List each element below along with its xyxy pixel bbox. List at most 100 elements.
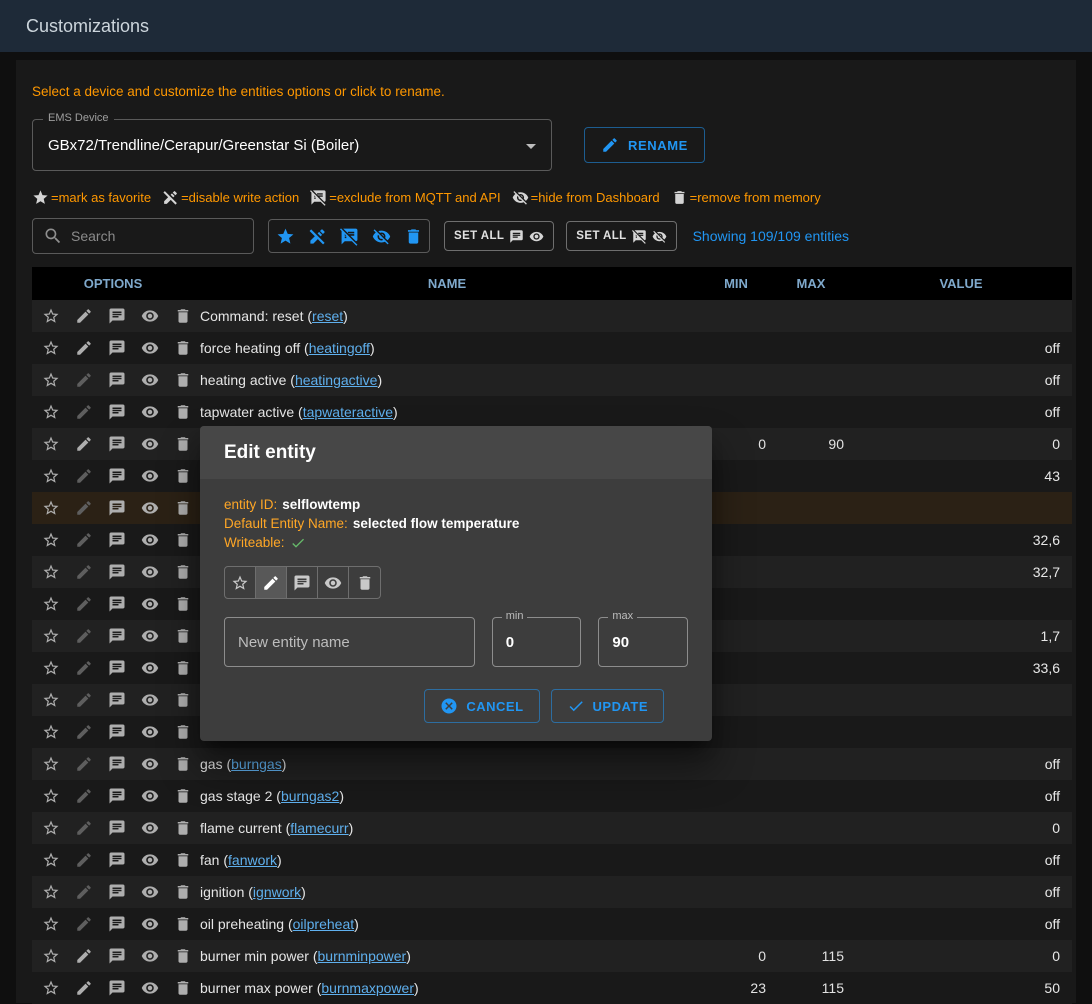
row-eye-button[interactable] (141, 723, 159, 741)
row-comment-button[interactable] (108, 403, 126, 421)
row-delete-button[interactable] (174, 979, 192, 997)
entity-link[interactable]: burngas2 (281, 788, 339, 804)
row-eye-button[interactable] (141, 339, 159, 357)
row-eye-button[interactable] (141, 659, 159, 677)
row-eye-button[interactable] (141, 627, 159, 645)
row-edit-button[interactable] (75, 339, 93, 357)
row-comment-button[interactable] (108, 307, 126, 325)
row-edit-button[interactable] (75, 403, 93, 421)
row-delete-button[interactable] (174, 307, 192, 325)
row-star-button[interactable] (42, 979, 60, 997)
modal-toggle-star-button[interactable] (225, 567, 256, 598)
row-eye-button[interactable] (141, 979, 159, 997)
filter-delete-button[interactable] (397, 220, 429, 252)
modal-toggle-eye-button[interactable] (318, 567, 349, 598)
row-comment-button[interactable] (108, 499, 126, 517)
row-delete-button[interactable] (174, 819, 192, 837)
row-eye-button[interactable] (141, 947, 159, 965)
row-delete-button[interactable] (174, 691, 192, 709)
row-edit-button[interactable] (75, 467, 93, 485)
row-comment-button[interactable] (108, 723, 126, 741)
max-input[interactable] (612, 634, 674, 651)
row-eye-button[interactable] (141, 595, 159, 613)
row-edit-button[interactable] (75, 819, 93, 837)
row-delete-button[interactable] (174, 659, 192, 677)
rename-button[interactable]: RENAME (584, 127, 705, 163)
row-delete-button[interactable] (174, 787, 192, 805)
entity-link[interactable]: flamecurr (290, 820, 348, 836)
row-comment-button[interactable] (108, 691, 126, 709)
row-comment-button[interactable] (108, 787, 126, 805)
row-comment-button[interactable] (108, 595, 126, 613)
row-comment-button[interactable] (108, 531, 126, 549)
row-comment-button[interactable] (108, 659, 126, 677)
row-eye-button[interactable] (141, 755, 159, 773)
entity-link[interactable]: fanwork (228, 852, 277, 868)
row-eye-button[interactable] (141, 851, 159, 869)
update-button[interactable]: UPDATE (551, 689, 664, 723)
modal-toggle-edit-button[interactable] (256, 567, 287, 598)
row-star-button[interactable] (42, 435, 60, 453)
row-delete-button[interactable] (174, 851, 192, 869)
entity-link[interactable]: burngas (231, 756, 282, 772)
row-edit-button[interactable] (75, 627, 93, 645)
row-star-button[interactable] (42, 691, 60, 709)
min-input[interactable] (506, 634, 568, 651)
row-eye-button[interactable] (141, 883, 159, 901)
row-star-button[interactable] (42, 371, 60, 389)
row-edit-button[interactable] (75, 915, 93, 933)
row-delete-button[interactable] (174, 339, 192, 357)
row-star-button[interactable] (42, 915, 60, 933)
row-comment-button[interactable] (108, 371, 126, 389)
row-edit-button[interactable] (75, 499, 93, 517)
entity-link[interactable]: heatingoff (309, 340, 370, 356)
row-eye-button[interactable] (141, 371, 159, 389)
filter-eye-off-button[interactable] (365, 220, 397, 252)
row-comment-button[interactable] (108, 851, 126, 869)
row-edit-button[interactable] (75, 531, 93, 549)
row-comment-button[interactable] (108, 435, 126, 453)
row-delete-button[interactable] (174, 755, 192, 773)
row-star-button[interactable] (42, 563, 60, 581)
row-delete-button[interactable] (174, 595, 192, 613)
modal-toggle-delete-button[interactable] (349, 567, 380, 598)
row-eye-button[interactable] (141, 403, 159, 421)
row-comment-button[interactable] (108, 563, 126, 581)
row-comment-button[interactable] (108, 627, 126, 645)
row-star-button[interactable] (42, 467, 60, 485)
filter-comment-off-button[interactable] (333, 220, 365, 252)
search-input[interactable] (71, 228, 243, 244)
row-edit-button[interactable] (75, 755, 93, 773)
row-delete-button[interactable] (174, 947, 192, 965)
row-edit-button[interactable] (75, 979, 93, 997)
row-delete-button[interactable] (174, 627, 192, 645)
row-delete-button[interactable] (174, 723, 192, 741)
row-eye-button[interactable] (141, 531, 159, 549)
row-delete-button[interactable] (174, 915, 192, 933)
row-edit-button[interactable] (75, 883, 93, 901)
row-delete-button[interactable] (174, 435, 192, 453)
row-star-button[interactable] (42, 755, 60, 773)
row-star-button[interactable] (42, 659, 60, 677)
entity-link[interactable]: reset (312, 308, 343, 324)
row-star-button[interactable] (42, 947, 60, 965)
modal-toggle-comment-button[interactable] (287, 567, 318, 598)
row-eye-button[interactable] (141, 467, 159, 485)
set-all-show-button[interactable]: SET ALL (444, 221, 554, 251)
row-star-button[interactable] (42, 723, 60, 741)
row-delete-button[interactable] (174, 499, 192, 517)
row-comment-button[interactable] (108, 819, 126, 837)
row-edit-button[interactable] (75, 787, 93, 805)
row-comment-button[interactable] (108, 947, 126, 965)
row-comment-button[interactable] (108, 883, 126, 901)
row-star-button[interactable] (42, 883, 60, 901)
row-delete-button[interactable] (174, 563, 192, 581)
row-edit-button[interactable] (75, 947, 93, 965)
row-delete-button[interactable] (174, 467, 192, 485)
row-comment-button[interactable] (108, 755, 126, 773)
row-comment-button[interactable] (108, 915, 126, 933)
row-star-button[interactable] (42, 499, 60, 517)
entity-link[interactable]: burnminpower (318, 948, 407, 964)
set-all-hide-button[interactable]: SET ALL (566, 221, 676, 251)
row-edit-button[interactable] (75, 723, 93, 741)
